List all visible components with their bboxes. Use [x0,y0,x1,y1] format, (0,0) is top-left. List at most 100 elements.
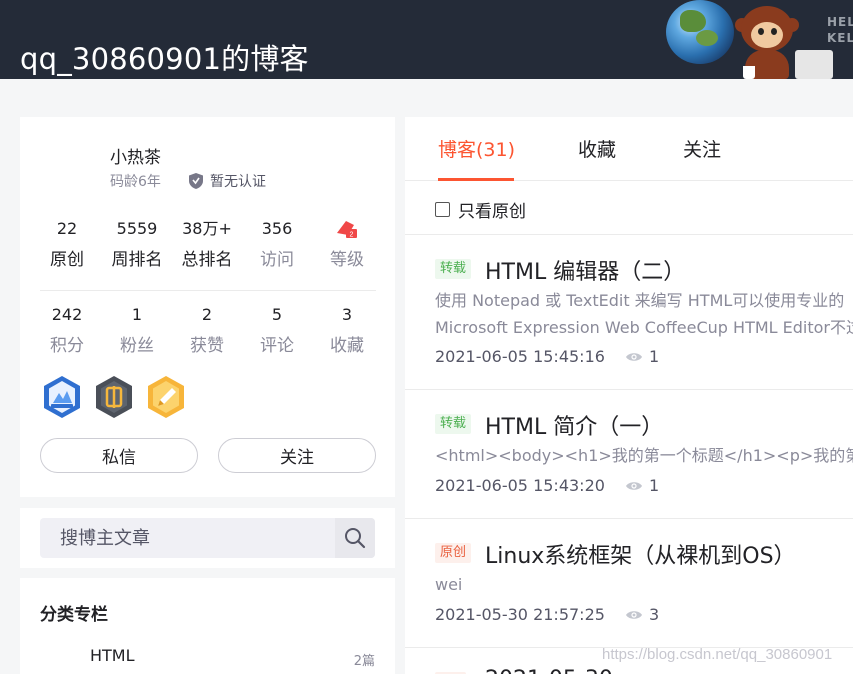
article-desc-line: wei [435,575,463,594]
private-message-button[interactable]: 私信 [40,438,198,473]
shield-icon [189,173,203,189]
article-desc-line: 使用 Notepad 或 TextEdit 来编写 HTML可以使用专业的 [435,291,845,310]
article-views: 1 [648,347,660,366]
article-tag: 转载 [435,259,472,279]
tab-blog[interactable]: 博客(31) [438,135,515,162]
blog-header: qq_30860901的博客 HEL KEL [0,0,853,79]
verification-label: 暂无认证 [210,174,266,190]
category-title: 分类专栏 [40,605,108,625]
stat-label: 粉丝 [120,336,154,356]
writer-badge-icon[interactable] [146,375,186,419]
stat-label: 评论 [260,336,294,356]
level-icon: 2 [337,221,357,239]
original-only-filter[interactable]: 只看原创 [435,197,526,222]
article-desc: wei [435,571,462,598]
article-date: 2021-05-30 21:57:25 [435,605,605,624]
article-desc-line: Microsoft Expression Web CoffeeCup HTML … [435,318,853,337]
article-desc-line: <html><body><h1>我的第一个标题</h1><p>我的第一 [435,446,853,465]
stat-label: 积分 [50,336,84,356]
stats-divider [40,290,376,291]
category-card: 分类专栏 HTML 2篇 [20,578,395,674]
stats-row-1: 22 原创 5559 周排名 38万+ 总排名 356 访问 2 等级 [32,217,382,272]
profile-years: 码龄6年 [110,174,161,190]
globe-illustration-icon [666,0,734,64]
computer-illustration-icon [795,50,833,79]
article-date: 2021-06-05 15:43:20 [435,476,605,495]
stat-label: 周排名 [111,250,163,270]
article-title[interactable]: HTML 编辑器（二） [485,254,685,286]
stat-label: 获赞 [190,336,224,356]
stat-value: 3 [341,305,353,324]
stat-label: 等级 [330,250,364,270]
stat-value: 242 [51,305,83,324]
stat-visits: 356 访问 [242,217,312,272]
eye-icon [625,610,642,619]
banner-text: HEL KEL [827,15,853,45]
stat-value: 22 [56,219,78,238]
stat-value: 1 [131,305,143,324]
stat-label: 访问 [260,250,294,270]
tab-bar: 博客(31) 收藏 关注 [405,117,853,181]
active-tab-indicator [438,178,514,181]
svg-text:2: 2 [350,232,354,239]
original-only-checkbox[interactable] [435,202,450,217]
stat-label: 原创 [50,250,84,270]
anniversary-badge-icon[interactable] [42,375,82,419]
search-input[interactable] [40,518,335,558]
article-item[interactable]: 转载 HTML 简介（一） <html><body><h1>我的第一个标题</h… [405,390,853,518]
stat-value: 2 [201,305,213,324]
tab-following[interactable]: 关注 [683,135,721,162]
stat-label: 总排名 [181,250,233,270]
article-meta: 2021-06-05 15:45:16 1 [435,347,659,366]
watermark: https://blog.csdn.net/qq_30860901 [602,646,833,663]
level-icon-wrap: 2 [312,217,382,241]
eye-icon [625,352,642,361]
stat-value: 38万+ [182,219,232,238]
article-tag: 转载 [435,414,472,434]
stats-row-2: 242 积分 1 粉丝 2 获赞 5 评论 3 收藏 [32,303,382,358]
profile-card: 小热茶 码龄6年 暂无认证 22 原创 5559 周排名 38万+ 总排名 35… [20,117,395,497]
article-meta: 2021-06-05 15:43:20 1 [435,476,659,495]
stat-favorites: 3 收藏 [312,303,382,358]
article-meta: 2021-05-30 21:57:25 3 [435,605,659,624]
search-card [20,508,395,568]
verification-status: 暂无认证 [188,171,266,191]
stat-value: 5 [271,305,283,324]
stat-comments: 5 评论 [242,303,312,358]
stat-weekly-rank[interactable]: 5559 周排名 [102,217,172,272]
persistence-badge-icon[interactable] [94,375,134,419]
stat-points: 242 积分 [32,303,102,358]
category-item-html[interactable]: HTML [90,646,135,665]
search-icon [345,528,366,549]
stat-value: 356 [261,219,293,238]
article-title[interactable]: 2021-05-30 [485,667,613,674]
article-views: 1 [648,476,660,495]
main-content: 博客(31) 收藏 关注 只看原创 转载 HTML 编辑器（二） 使用 Note… [405,117,853,674]
eye-icon [625,481,642,490]
article-item[interactable]: 原创 Linux系统框架（从裸机到OS） wei 2021-05-30 21:5… [405,519,853,647]
search-box [40,518,375,558]
article-tag: 原创 [435,543,472,563]
stat-total-rank[interactable]: 38万+ 总排名 [172,217,242,272]
article-views: 3 [648,605,660,624]
article-desc: <html><body><h1>我的第一个标题</h1><p>我的第一 [435,442,853,469]
search-button[interactable] [335,518,375,558]
stat-value: 5559 [116,219,158,238]
article-title[interactable]: HTML 简介（一） [485,409,663,441]
stat-original[interactable]: 22 原创 [32,217,102,272]
tab-favorites[interactable]: 收藏 [578,135,616,162]
stat-level[interactable]: 2 等级 [312,217,382,272]
stat-label: 收藏 [330,336,364,356]
stat-fans[interactable]: 1 粉丝 [102,303,172,358]
category-item-count: 2篇 [353,654,375,669]
article-desc: 使用 Notepad 或 TextEdit 来编写 HTML可以使用专业的 Mi… [435,287,853,341]
article-date: 2021-06-05 15:45:16 [435,347,605,366]
stat-likes: 2 获赞 [172,303,242,358]
badge-list [42,375,186,419]
article-title[interactable]: Linux系统框架（从裸机到OS） [485,538,796,570]
profile-username[interactable]: 小热茶 [110,143,161,168]
original-only-label: 只看原创 [458,202,526,222]
follow-button[interactable]: 关注 [218,438,376,473]
blog-title[interactable]: qq_30860901的博客 [20,36,309,78]
cup-illustration-icon [743,66,755,79]
